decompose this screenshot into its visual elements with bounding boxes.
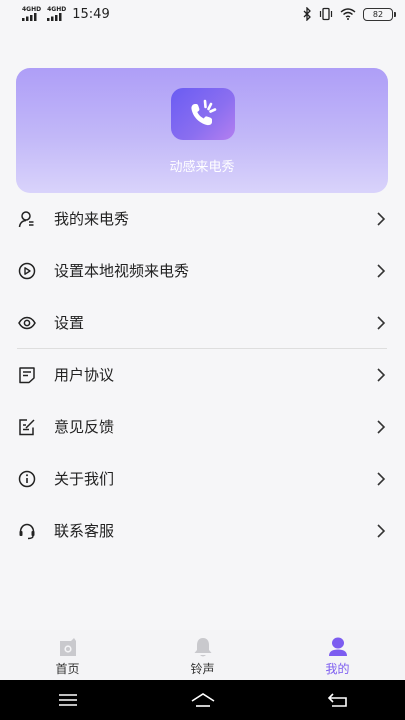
signal-2: 4GHD (47, 7, 66, 21)
back-icon[interactable] (318, 686, 358, 714)
chevron-right-icon (377, 212, 386, 226)
phone-ring-icon (171, 88, 235, 140)
chevron-right-icon (377, 472, 386, 486)
tab-ringtone[interactable]: 铃声 (135, 630, 270, 680)
document-icon (17, 365, 37, 385)
play-circle-icon (17, 261, 37, 281)
user-icon (17, 209, 37, 229)
status-right: 82 (302, 7, 396, 21)
app-name: 动感来电秀 (169, 160, 235, 175)
menu-item-settings[interactable]: 设置 (0, 297, 405, 349)
tab-label: 铃声 (190, 662, 215, 676)
menu-item-label: 意见反馈 (54, 418, 115, 436)
profile-icon (326, 636, 350, 658)
chevron-right-icon (377, 264, 386, 278)
system-nav-bar (0, 680, 405, 720)
tab-home[interactable]: 首页 (0, 630, 135, 680)
menu-item-label: 我的来电秀 (54, 210, 130, 228)
tab-label: 我的 (325, 662, 350, 676)
menu-item-local-video[interactable]: 设置本地视频来电秀 (0, 245, 405, 297)
wifi-icon (340, 8, 356, 20)
eye-settings-icon (17, 313, 37, 333)
menu-item-label: 设置 (54, 314, 85, 332)
status-left: 4GHD 4GHD 15:49 (22, 7, 110, 22)
menu-item-feedback[interactable]: 意见反馈 (0, 401, 405, 453)
chevron-right-icon (377, 368, 386, 382)
menu-item-customer-service[interactable]: 联系客服 (0, 505, 405, 557)
battery-level: 82 (372, 9, 384, 19)
menu-icon[interactable] (48, 686, 88, 714)
profile-header-card: 动感来电秀 (16, 68, 388, 193)
menu-item-user-agreement[interactable]: 用户协议 (0, 349, 405, 401)
bell-icon (191, 636, 215, 658)
menu-item-label: 用户协议 (54, 366, 115, 384)
chevron-right-icon (377, 524, 386, 538)
battery-indicator: 82 (363, 7, 396, 21)
edit-icon (17, 417, 37, 437)
menu-item-my-call-show[interactable]: 我的来电秀 (0, 193, 405, 245)
clock: 15:49 (72, 6, 110, 22)
menu-item-label: 联系客服 (54, 522, 115, 540)
home-icon[interactable] (183, 686, 223, 714)
status-bar: 4GHD 4GHD 15:49 82 (0, 0, 405, 28)
bluetooth-icon (303, 7, 311, 21)
chevron-right-icon (377, 420, 386, 434)
tab-label: 首页 (55, 662, 80, 676)
signal-1: 4GHD (22, 7, 41, 21)
vibrate-icon (319, 7, 333, 21)
info-icon (17, 469, 37, 489)
menu-item-label: 关于我们 (54, 470, 115, 488)
headset-icon (17, 521, 37, 541)
bottom-tab-bar: 首页 铃声 我的 (0, 630, 405, 680)
home-camera-icon (56, 636, 80, 658)
signal-bars-icon (47, 13, 62, 21)
tab-mine[interactable]: 我的 (270, 630, 405, 680)
chevron-right-icon (377, 316, 386, 330)
menu-item-about-us[interactable]: 关于我们 (0, 453, 405, 505)
menu-item-label: 设置本地视频来电秀 (54, 262, 190, 280)
signal-bars-icon (22, 13, 37, 21)
